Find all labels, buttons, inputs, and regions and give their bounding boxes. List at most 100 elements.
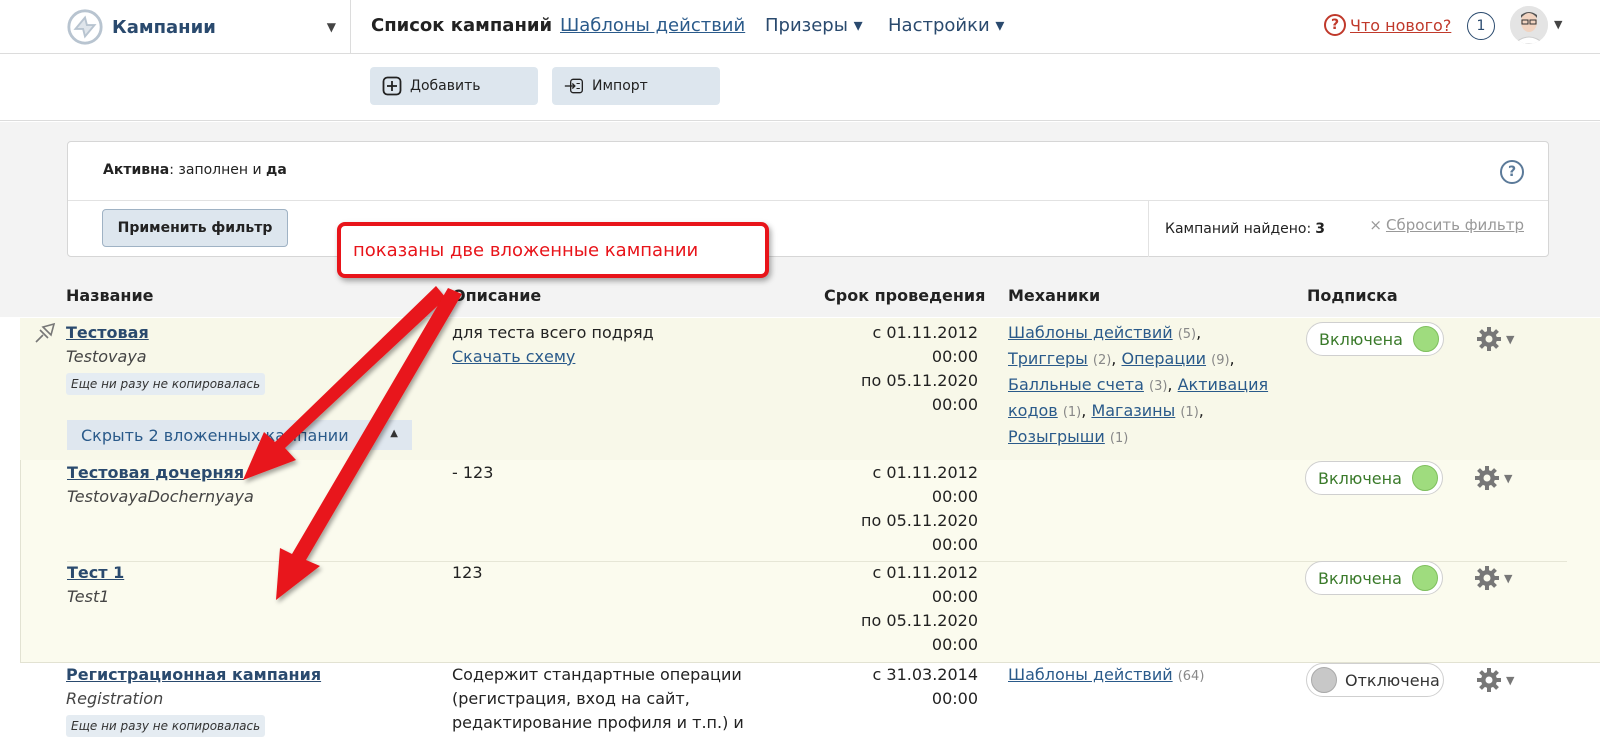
subscription-label: Включена [1318,468,1402,488]
description-line: редактирование профиля и т.п.) и [452,713,744,732]
avatar[interactable] [1510,6,1548,44]
row-settings-button[interactable]: ▼ [1474,563,1520,593]
row-settings-button[interactable]: ▼ [1476,665,1522,695]
mechanic-separator: , [1081,401,1087,420]
period-cell: с 01.11.2012 00:00 по 05.11.2020 00:00 [822,461,978,557]
close-icon: × [1369,216,1382,234]
mechanic-link[interactable]: Магазины [1091,401,1175,420]
subscription-toggle[interactable]: Отключена [1306,663,1444,697]
annotation-callout: показаны две вложенные кампании [337,222,769,278]
campaign-cell: Тестовая Testovaya Еще ни разу не копиро… [66,321,426,395]
copy-status-badge: Еще ни разу не копировалась [66,715,266,737]
whats-new-label: Что нового? [1350,15,1452,35]
period-end-time: 00:00 [931,635,978,654]
import-button[interactable]: Импорт [552,67,720,105]
subscription-toggle[interactable]: Включена [1305,461,1443,495]
download-scheme-link[interactable]: Скачать схему [452,345,802,369]
description-line: Содержит стандартные операции [452,665,742,684]
top-nav: Кампании ▼ Список кампаний Шаблоны дейст… [0,0,1600,54]
subscription-toggle[interactable]: Включена [1305,561,1443,595]
period-start: с 01.11.2012 00:00 [872,463,979,506]
mechanic-separator: , [1196,323,1202,342]
description-line: (регистрация, вход на сайт, [452,689,690,708]
mechanic-count: (5) [1177,327,1197,342]
mechanic-count: (1) [1062,405,1082,420]
description-cell: для теста всего подряд Скачать схему [452,321,802,369]
header-description[interactable]: Описание [452,286,541,305]
row-settings-button[interactable]: ▼ [1476,324,1522,354]
reset-filter-label: Сбросить фильтр [1385,216,1524,234]
subscription-label: Включена [1319,329,1403,349]
header-subscription[interactable]: Подписка [1307,286,1398,305]
toggle-knob [1413,326,1439,352]
gear-icon [1475,566,1499,590]
nav-winners[interactable]: Призеры ▾ [765,15,863,36]
description-cell: Содержит стандартные операции (регистрац… [452,663,812,735]
subscription-toggle[interactable]: Включена [1306,322,1444,356]
period-end-time: 00:00 [931,535,978,554]
campaign-cell: Тестовая дочерняя TestovayaDochernyaya [67,461,427,509]
mechanic-separator: , [1198,401,1204,420]
hide-children-label: Скрыть 2 вложенных кампании [81,425,349,445]
mechanic-link[interactable]: Операции [1121,349,1206,368]
plus-square-icon [382,76,402,96]
notification-badge[interactable]: 1 [1467,12,1495,40]
period-start: с 01.11.2012 00:00 [872,323,979,366]
mechanic-count: (64) [1177,669,1205,684]
header-name[interactable]: Название [66,286,154,305]
period-cell: с 01.11.2012 00:00 по 05.11.2020 00:00 [822,321,978,417]
campaign-name-link[interactable]: Тестовая дочерняя [67,461,427,485]
mechanic-link[interactable]: Балльные счета [1008,375,1144,394]
campaign-name-link[interactable]: Регистрационная кампания [66,663,446,687]
campaign-cell: Регистрационная кампания Registration Ещ… [66,663,446,737]
filter-divider [68,200,1548,201]
chevron-down-icon: ▼ [1504,571,1513,585]
mechanic-separator: , [1111,349,1117,368]
add-button[interactable]: Добавить [370,67,538,105]
nav-settings[interactable]: Настройки ▾ [888,15,1004,36]
found-count: Кампаний найдено: 3 [1148,200,1325,257]
period-start: с 31.03.2014 00:00 [872,665,979,708]
reset-filter-link[interactable]: × Сбросить фильтр [1369,216,1524,234]
toolbar: Добавить Импорт [0,55,1600,121]
period-end: по 05.11.2020 [861,371,978,390]
chevron-up-icon: ▲ [390,428,398,439]
mechanics-cell: Шаблоны действий (5), Триггеры (2), Опер… [1008,321,1278,451]
hide-children-button[interactable]: Скрыть 2 вложенных кампании ▲ [67,420,412,450]
campaign-code: TestovayaDochernyaya [67,487,254,506]
gear-icon [1477,327,1501,351]
alert-icon: ? [1324,14,1346,36]
apply-filter-button[interactable]: Применить фильтр [102,209,288,247]
mechanic-link[interactable]: Триггеры [1008,349,1088,368]
toggle-knob [1412,565,1438,591]
row-settings-button[interactable]: ▼ [1474,463,1520,493]
chevron-down-icon[interactable]: ▼ [327,20,336,34]
filter-panel: Активна: заполнен и да ? Применить фильт… [67,141,1549,257]
subscription-label: Отключена [1345,670,1440,690]
mechanic-count: (9) [1211,353,1230,368]
header-period[interactable]: Срок проведения [824,286,985,305]
campaign-name-link[interactable]: Тест 1 [67,561,427,585]
chevron-down-icon: ▼ [1506,332,1515,346]
mechanic-link[interactable]: Шаблоны действий [1008,323,1173,342]
logo-icon [67,9,103,45]
filter-field: Активна [103,162,170,178]
add-button-label: Добавить [410,78,481,94]
mechanic-separator: , [1229,349,1235,368]
mechanic-link[interactable]: Шаблоны действий [1008,665,1173,684]
campaign-name-link[interactable]: Тестовая [66,321,426,345]
chevron-down-icon: ▼ [1506,673,1515,687]
nav-campaign-list[interactable]: Список кампаний [371,15,552,36]
avatar-chevron-icon[interactable]: ▼ [1554,18,1562,31]
brand-selector[interactable]: Кампании ▼ [66,6,350,48]
campaign-code: Registration [66,689,164,708]
pin-icon[interactable] [32,320,58,346]
mechanic-link[interactable]: Розыгрыши [1008,427,1105,446]
help-icon[interactable]: ? [1500,160,1524,184]
filter-condition[interactable]: Активна: заполнен и да [103,162,287,178]
import-icon [564,78,583,94]
mechanic-count: (3) [1149,379,1168,394]
whats-new-link[interactable]: ? Что нового? [1324,14,1451,36]
nav-action-templates[interactable]: Шаблоны действий [560,15,745,36]
header-mechanics[interactable]: Механики [1008,286,1100,305]
